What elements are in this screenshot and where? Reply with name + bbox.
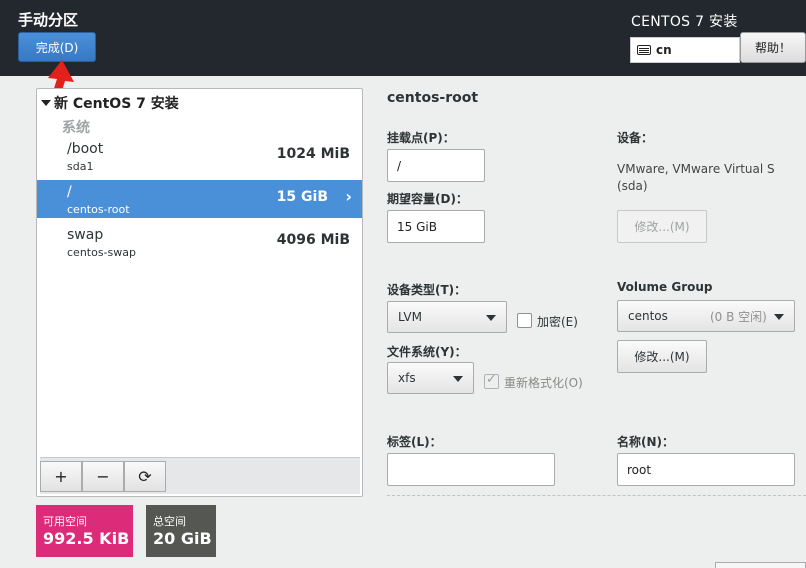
mount-point-label: 挂载点(P)： xyxy=(387,131,455,145)
device-value-line2: (sda) xyxy=(617,179,648,193)
detail-title: centos-root xyxy=(387,90,479,106)
page-title: 手动分区 xyxy=(18,11,79,29)
mount-size: 1024 MiB xyxy=(276,146,350,162)
product-title: CENTOS 7 安装 xyxy=(631,14,738,30)
volume-group-free: (0 B 空闲) xyxy=(710,309,767,324)
mount-row-boot[interactable]: /boot sda1 1024 MiB xyxy=(37,137,362,175)
help-button[interactable]: 帮助！ xyxy=(740,32,806,63)
dropdown-arrow-icon xyxy=(774,314,784,320)
mount-size: 15 GiB xyxy=(276,189,328,205)
device-type-select[interactable]: LVM xyxy=(387,301,507,333)
mount-device: centos-root xyxy=(67,203,130,216)
device-label: 设备： xyxy=(617,131,654,145)
modify-volume-group-button[interactable]: 修改...(M) xyxy=(617,340,707,373)
mount-device: centos-swap xyxy=(67,246,136,259)
mount-point-field[interactable]: / xyxy=(387,149,485,182)
refresh-icon[interactable]: ⟳ xyxy=(124,461,166,492)
name-field[interactable]: root xyxy=(617,453,795,486)
total-space-box: 总空间 20 GiB xyxy=(146,505,216,557)
remove-mount-point-button[interactable]: − xyxy=(82,461,124,492)
total-space-label: 总空间 xyxy=(153,515,186,528)
desired-capacity-field[interactable]: 15 GiB xyxy=(387,210,485,243)
filesystem-select[interactable]: xfs xyxy=(387,362,474,394)
device-type-label: 设备类型(T)： xyxy=(387,283,467,297)
mount-name: / xyxy=(67,184,72,200)
device-value: VMware, VMware Virtual S (sda) xyxy=(617,161,775,195)
section-divider xyxy=(387,495,806,496)
reformat-checkbox[interactable] xyxy=(484,372,499,389)
total-space-value: 20 GiB xyxy=(153,529,212,548)
device-value-line1: VMware, VMware Virtual S xyxy=(617,162,775,176)
available-space-value: 992.5 KiB xyxy=(43,529,130,548)
mount-device: sda1 xyxy=(67,160,94,173)
volume-group-select[interactable]: centos (0 B 空闲) xyxy=(617,300,795,332)
modify-device-button[interactable]: 修改...(M) xyxy=(617,210,707,243)
mount-toolbar: + − ⟳ xyxy=(40,457,360,494)
mount-name: swap xyxy=(67,227,104,243)
filesystem-label: 文件系统(Y)： xyxy=(387,345,467,359)
tag-label: 标签(L)： xyxy=(387,435,442,449)
add-mount-point-button[interactable]: + xyxy=(40,461,82,492)
volume-group-label: Volume Group xyxy=(617,280,713,294)
mount-size: 4096 MiB xyxy=(276,232,350,248)
header-bar: 手动分区 完成(D) CENTOS 7 安装 cn 帮助！ xyxy=(0,0,806,76)
keyboard-icon xyxy=(637,45,651,55)
mount-row-root[interactable]: / centos-root 15 GiB › xyxy=(37,180,362,218)
dropdown-arrow-icon xyxy=(453,376,463,382)
name-label: 名称(N)： xyxy=(617,435,675,449)
system-group-label: 系统 xyxy=(62,120,90,136)
expand-triangle-icon[interactable] xyxy=(41,100,51,106)
keyboard-layout-label: cn xyxy=(656,43,672,57)
encrypt-checkbox[interactable] xyxy=(517,313,532,328)
chevron-right-icon: › xyxy=(345,187,352,206)
volume-group-name: centos xyxy=(628,309,668,323)
install-title: 新 CentOS 7 安装 xyxy=(54,96,179,112)
dropdown-arrow-icon xyxy=(486,315,496,321)
available-space-box: 可用空间 992.5 KiB xyxy=(36,505,133,557)
done-button[interactable]: 完成(D) xyxy=(18,32,96,62)
mount-row-swap[interactable]: swap centos-swap 4096 MiB xyxy=(37,223,362,261)
reformat-label: 重新格式化(O) xyxy=(504,376,583,390)
device-type-value: LVM xyxy=(398,310,422,324)
mount-name: /boot xyxy=(67,141,104,157)
keyboard-layout-indicator[interactable]: cn xyxy=(630,37,740,63)
tag-field[interactable] xyxy=(387,453,555,486)
desired-capacity-label: 期望容量(D)： xyxy=(387,192,468,206)
available-space-label: 可用空间 xyxy=(43,515,87,528)
bottom-right-button[interactable] xyxy=(715,562,806,568)
filesystem-value: xfs xyxy=(398,371,416,385)
mount-point-list-panel: 新 CentOS 7 安装 系统 /boot sda1 1024 MiB / c… xyxy=(36,88,363,497)
install-group-header[interactable]: 新 CentOS 7 安装 xyxy=(41,93,179,113)
encrypt-label: 加密(E) xyxy=(537,315,578,329)
